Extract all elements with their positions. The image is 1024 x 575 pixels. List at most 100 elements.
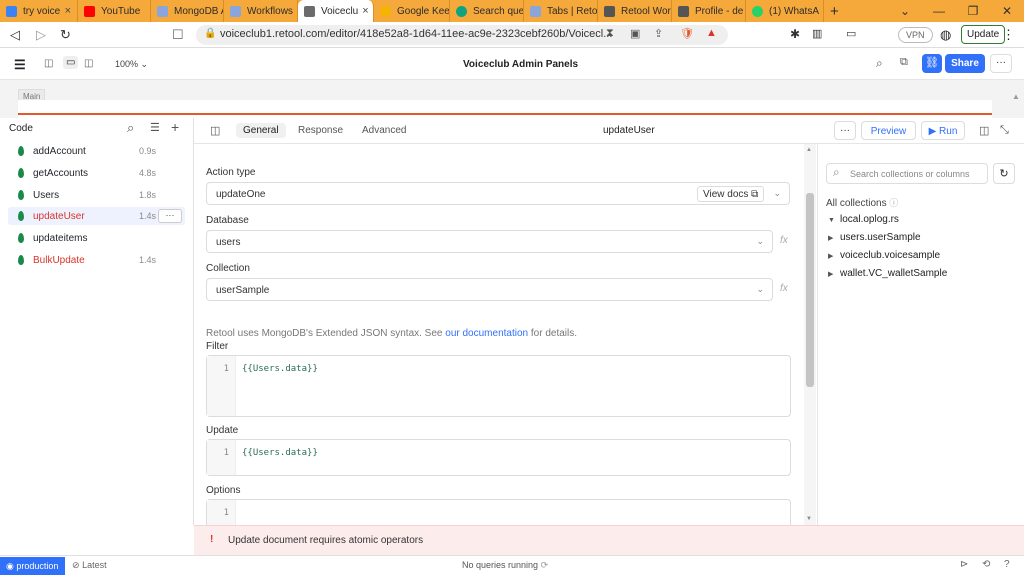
query-more-options-icon[interactable]: ··· <box>834 121 856 140</box>
collection-item[interactable]: ▶ users.userSample <box>828 232 921 243</box>
share-page-icon[interactable]: ⇪ <box>654 27 663 40</box>
browser-tab[interactable]: try voice × <box>0 0 78 22</box>
help-icon[interactable]: ? <box>1004 559 1010 570</box>
update-browser-button[interactable]: Update <box>961 25 1006 44</box>
collection-select[interactable]: userSample ⌄ <box>206 278 773 301</box>
install-icon[interactable]: ▣ <box>630 27 640 40</box>
scroll-up-icon[interactable]: ▲ <box>806 147 812 153</box>
collections-search-input[interactable]: ⌕ Search collections or columns <box>826 163 988 184</box>
left-panel-toggle-icon[interactable]: ◫ <box>44 58 53 69</box>
search-icon[interactable]: ⌕ <box>127 120 134 136</box>
minimize-panel-icon[interactable]: ⤡ <box>1000 124 1009 137</box>
url-field[interactable]: 🔒 voiceclub1.retool.com/editor/418e52a8-… <box>196 25 728 45</box>
expand-panel-icon[interactable]: ◫ <box>979 124 989 137</box>
tab-favicon-icon <box>6 5 17 17</box>
query-item-selected[interactable]: updateUser 1.4s ··· <box>8 207 185 225</box>
preview-app-icon[interactable]: ⧉ <box>900 56 908 69</box>
query-item[interactable]: getAccounts 4.8s <box>8 164 185 182</box>
info-icon: ⓘ <box>889 198 899 208</box>
query-item[interactable]: addAccount 0.9s <box>8 142 185 160</box>
documentation-link[interactable]: our documentation <box>445 328 528 339</box>
environment-button[interactable]: ◉ production <box>0 557 65 575</box>
filter-icon[interactable]: ☰ <box>150 121 160 134</box>
refresh-icon[interactable]: ↻ <box>993 163 1015 184</box>
query-item[interactable]: BulkUpdate 1.4s <box>8 251 185 269</box>
query-item[interactable]: updateitems <box>8 229 185 247</box>
browser-tab[interactable]: Tabs | Reto <box>524 0 598 22</box>
brave-shield-icon[interactable]: 🛡 <box>680 27 694 40</box>
right-panel-toggle-icon[interactable]: ◫ <box>84 58 93 69</box>
fx-icon[interactable]: fx <box>780 283 788 294</box>
version-selector[interactable]: ⊘ Latest <box>72 560 107 571</box>
query-more-icon[interactable]: ··· <box>158 209 182 223</box>
run-button[interactable]: ▶ Run <box>921 121 965 140</box>
preview-button[interactable]: Preview <box>861 121 916 140</box>
search-icon[interactable]: ⌕ <box>876 56 883 71</box>
caret-down-icon: ▼ <box>828 217 835 224</box>
chevron-down-icon: ⌄ <box>756 236 764 246</box>
tab-advanced[interactable]: Advanced <box>355 123 413 138</box>
browser-tab[interactable]: Profile - de <box>672 0 746 22</box>
history-icon[interactable]: ⟲ <box>982 559 990 570</box>
fx-icon[interactable]: fx <box>780 235 788 246</box>
view-docs-button[interactable]: View docs ⧉ <box>697 186 765 202</box>
browser-tab[interactable]: (1) WhatsA× <box>746 0 824 22</box>
sidebar-toggle-icon[interactable]: ▥ <box>812 27 822 40</box>
close-window-icon[interactable]: ✕ <box>990 4 1024 18</box>
extensions-icon[interactable]: ✱ <box>790 27 800 41</box>
menu-icon[interactable]: ⋮ <box>1002 27 1015 43</box>
mic-icon[interactable]: ⧗ <box>606 27 614 40</box>
forward-icon[interactable]: ▷ <box>36 27 46 43</box>
action-type-select[interactable]: updateOne View docs ⧉ ⌄ <box>206 182 790 205</box>
wallet-icon[interactable]: ▭ <box>846 27 856 40</box>
profile-icon[interactable]: ◍ <box>940 27 951 43</box>
minimize-icon[interactable]: — <box>922 4 956 18</box>
tab-search-chevron-icon[interactable]: ⌄ <box>888 4 922 18</box>
debug-icon[interactable]: ⊳ <box>960 559 968 570</box>
browser-tab[interactable]: YouTube <box>78 0 151 22</box>
reload-icon[interactable]: ↻ <box>60 27 71 43</box>
filter-editor[interactable]: 1 {{Users.data}} <box>206 355 791 417</box>
share-button[interactable]: Share <box>945 54 985 73</box>
browser-tab-active[interactable]: Voiceclu × <box>298 0 374 22</box>
options-editor[interactable]: 1 <box>206 499 791 525</box>
chevron-down-icon: ⌄ <box>773 188 781 198</box>
back-icon[interactable]: ◁ <box>10 27 20 43</box>
bottom-panel-toggle-icon[interactable]: ▭ <box>63 56 79 69</box>
zoom-select[interactable]: 100% ⌄ <box>115 59 148 70</box>
collapse-panel-icon[interactable]: ◫ <box>210 124 220 137</box>
browser-tab[interactable]: MongoDB A <box>151 0 224 22</box>
more-options-icon[interactable]: ··· <box>990 54 1012 73</box>
close-icon[interactable]: × <box>358 5 368 17</box>
collection-item[interactable]: ▼ local.oplog.rs <box>828 214 899 225</box>
form-scrollbar-thumb[interactable] <box>806 193 814 387</box>
scroll-down-icon[interactable]: ▼ <box>806 516 812 522</box>
bookmark-icon[interactable]: ☐ <box>172 27 184 43</box>
tab-general[interactable]: General <box>236 123 286 138</box>
new-tab-button[interactable]: + <box>824 0 850 22</box>
action-type-label: Action type <box>206 167 256 178</box>
link-icon[interactable]: ⛓ <box>922 54 942 73</box>
address-bar-row: ◁ ▷ ↻ ☐ 🔒 voiceclub1.retool.com/editor/4… <box>0 22 1024 48</box>
query-name: updateUser <box>603 125 655 136</box>
collection-item[interactable]: ▶ voiceclub.voicesample <box>828 250 940 261</box>
canvas-scroll-up-icon[interactable]: ▲ <box>1012 92 1020 101</box>
browser-tab[interactable]: Search que <box>450 0 524 22</box>
browser-tab[interactable]: Retool Wor <box>598 0 672 22</box>
browser-tab[interactable]: Workflows <box>224 0 298 22</box>
close-icon[interactable]: × <box>61 5 71 17</box>
retool-logo-icon[interactable]: ☰ <box>14 57 26 73</box>
database-select[interactable]: users ⌄ <box>206 230 773 253</box>
collection-item[interactable]: ▶ wallet.VC_walletSample <box>828 268 947 279</box>
query-item[interactable]: Users 1.8s <box>8 186 185 204</box>
brave-rewards-icon[interactable]: ▲ <box>706 27 717 39</box>
browser-tab[interactable]: Google Kee <box>374 0 450 22</box>
error-banner: ! Update document requires atomic operat… <box>194 525 1024 555</box>
retool-header: ☰ ◫ ▭ ◫ 100% ⌄ Voiceclub Admin Panels ⌕ … <box>0 48 1024 80</box>
tab-response[interactable]: Response <box>291 123 350 138</box>
restore-icon[interactable]: ❐ <box>956 4 990 18</box>
keep-icon <box>380 5 391 17</box>
vpn-button[interactable]: VPN <box>898 27 933 43</box>
update-editor[interactable]: 1 {{Users.data}} <box>206 439 791 476</box>
add-query-icon[interactable]: + <box>171 119 179 135</box>
